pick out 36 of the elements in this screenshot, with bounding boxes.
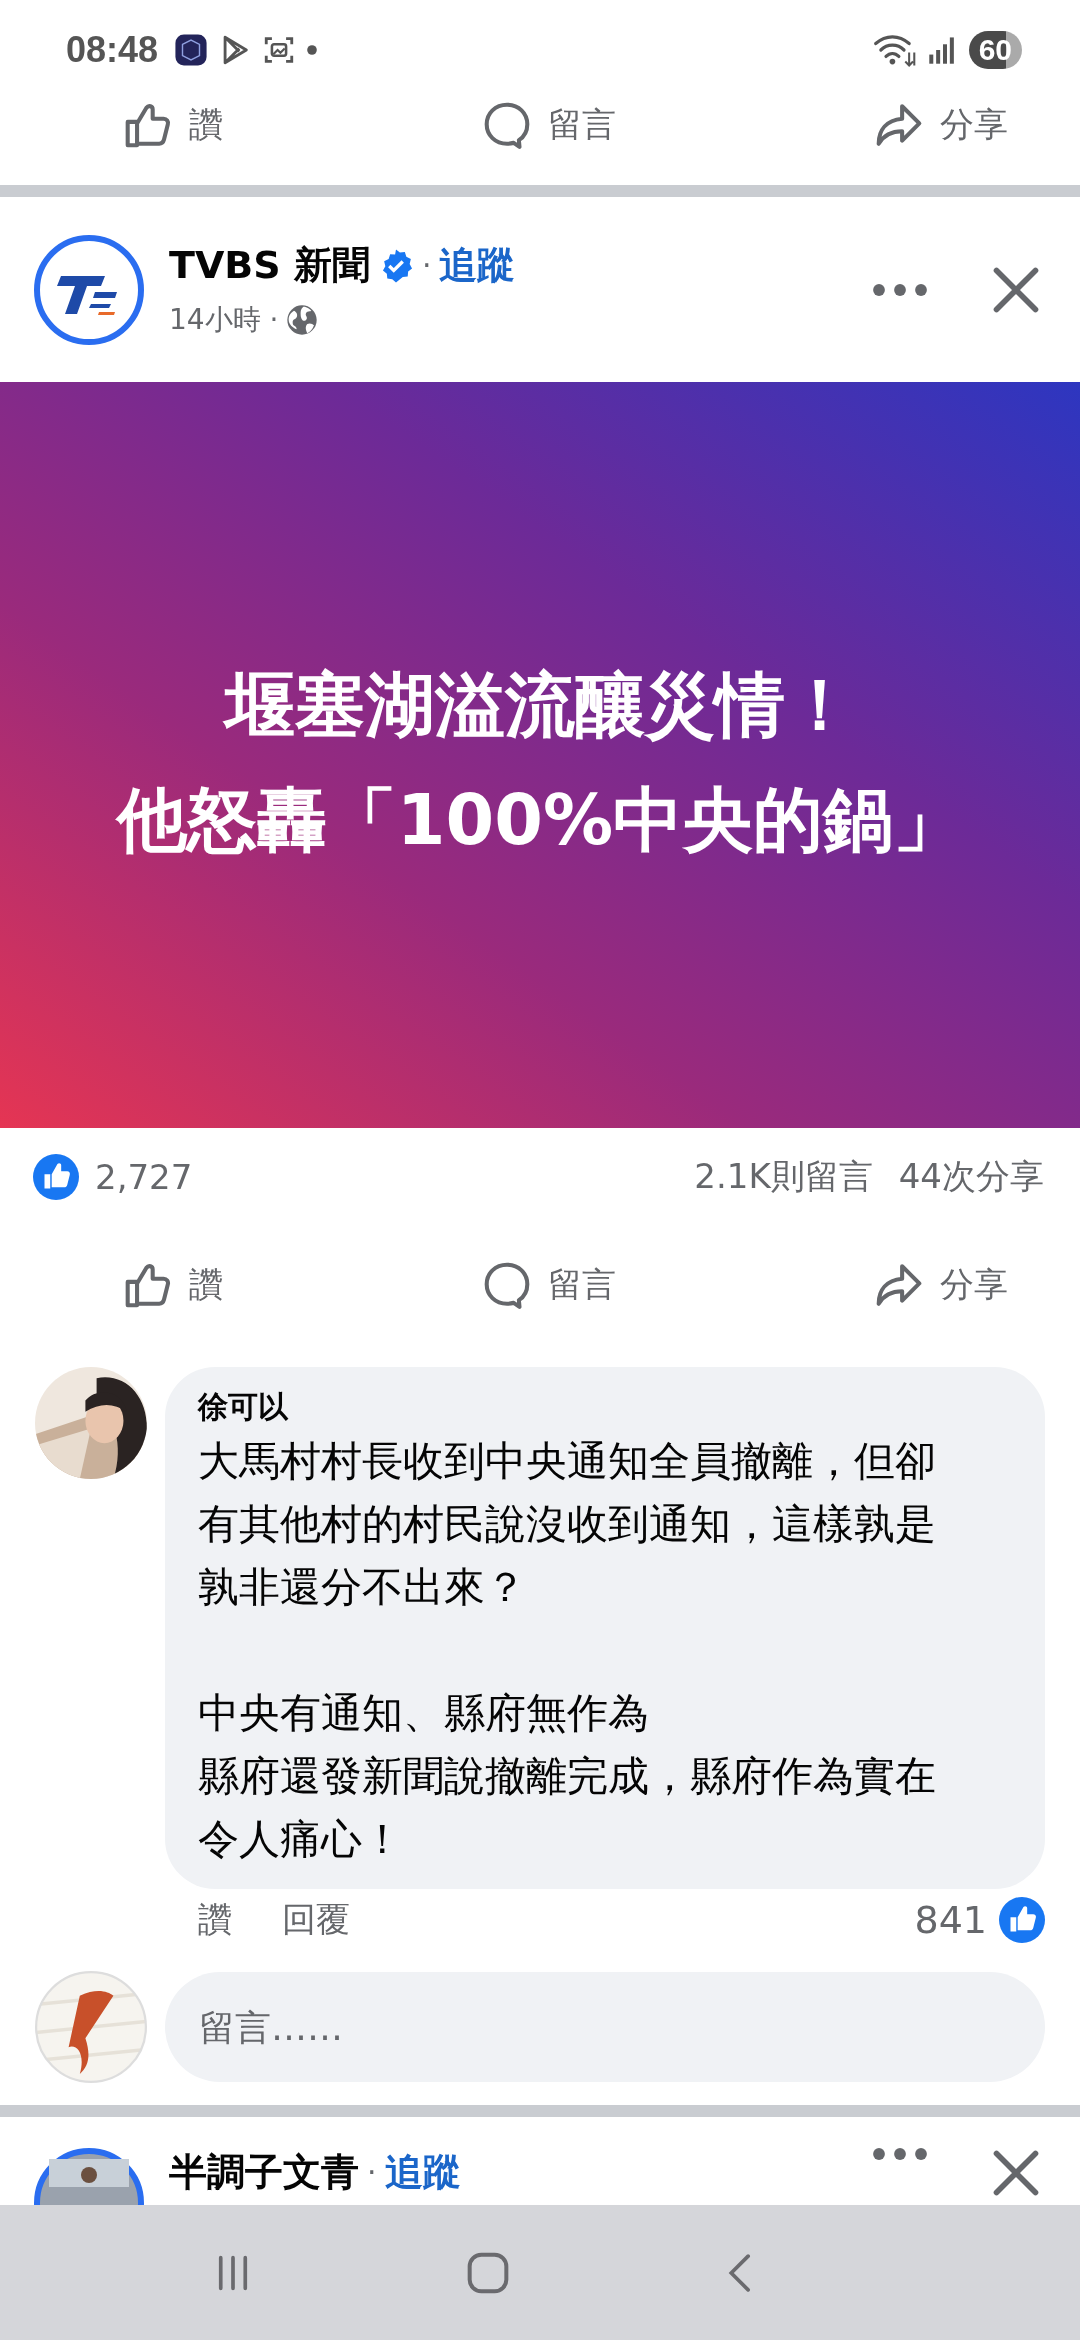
action-button[interactable]: 留言: [481, 1260, 616, 1310]
comment-count[interactable]: 2.1K則留言: [694, 1153, 873, 1200]
comment-input[interactable]: 留言……: [165, 1972, 1045, 2082]
globe-icon: [286, 304, 319, 336]
more-options-icon[interactable]: [872, 282, 928, 297]
post-time: 14小時 ·: [169, 302, 279, 338]
headline-text: 他怒轟「100%中央的鍋」: [116, 778, 964, 863]
battery-indicator: 60: [968, 31, 1022, 69]
follow-link[interactable]: 追蹤: [439, 240, 516, 291]
reaction-count[interactable]: 2,727: [95, 1156, 193, 1197]
reply-link[interactable]: 回覆: [282, 1897, 350, 1943]
comment-text: 大馬村村長收到中央通知全員撤離，但卻有其他村的村民說沒收到通知，這樣孰是孰非還分不出來？: [198, 1436, 937, 1613]
follow-link[interactable]: 追蹤: [384, 2147, 461, 2198]
action-button[interactable]: 留言: [481, 100, 616, 150]
like-link[interactable]: 讚: [198, 1897, 232, 1943]
like-badge-icon: [999, 1897, 1045, 1943]
comment-like-count: 841: [914, 1898, 987, 1942]
share-count[interactable]: 44次分享: [898, 1153, 1044, 1200]
app-notification-icon: [174, 33, 209, 67]
separator-dot: ·: [421, 248, 432, 283]
action-button[interactable]: 分享: [874, 1260, 1008, 1310]
wifi-icon: [872, 32, 917, 68]
action-button[interactable]: 讚: [123, 100, 223, 150]
commenter-name[interactable]: 徐可以: [198, 1387, 1015, 1427]
notification-dot-icon: [306, 44, 319, 56]
like-badge-icon: [33, 1153, 79, 1200]
logo-icon: [33, 233, 145, 346]
more-options-icon[interactable]: [872, 2147, 928, 2161]
action-button[interactable]: 分享: [874, 100, 1008, 150]
page-name[interactable]: 半調子文青: [169, 2147, 359, 2198]
comment-text: 中央有通知、縣府無作為: [198, 1688, 650, 1739]
comment-text: 縣府還發新聞說撤離完成，縣府作為實在令人痛心！: [198, 1751, 937, 1865]
page-name[interactable]: TVBS 新聞: [169, 240, 370, 291]
separator-dot: ·: [367, 2155, 377, 2190]
action-button[interactable]: 讚: [123, 1260, 223, 1310]
clock: 08:48: [66, 29, 159, 71]
